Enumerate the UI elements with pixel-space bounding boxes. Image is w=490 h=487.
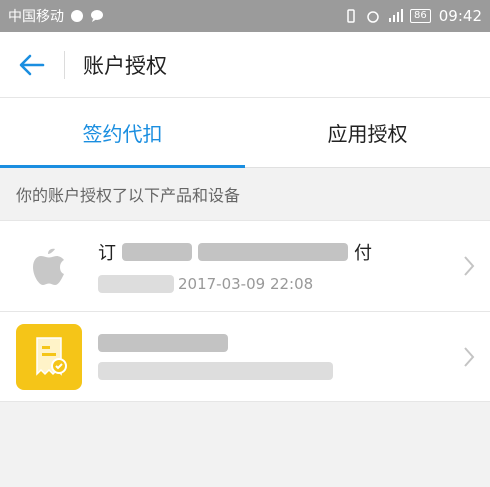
blurred-text <box>122 243 192 261</box>
battery-indicator: 86 <box>410 9 431 23</box>
status-bar: 中国移动 86 09:42 <box>0 0 490 32</box>
item-title: 订 付 <box>98 239 372 265</box>
item-subtitle <box>98 361 333 380</box>
blurred-text <box>98 333 228 352</box>
arrow-left-icon <box>19 54 45 75</box>
back-button[interactable] <box>0 32 64 98</box>
status-right: 86 09:42 <box>344 7 482 25</box>
tab-signed-debit[interactable]: 签约代扣 <box>0 98 245 168</box>
receipt-logo-icon <box>16 323 82 390</box>
alarm-icon <box>366 9 380 23</box>
app-bar: 账户授权 <box>0 32 490 98</box>
chevron-right-icon <box>464 256 475 276</box>
item-title <box>98 333 333 352</box>
blurred-text <box>198 243 348 261</box>
clock: 09:42 <box>438 7 482 25</box>
chevron-right-icon <box>464 346 475 367</box>
list-item[interactable]: 订 付 2017-03-09 22:08 <box>0 221 490 311</box>
tab-app-authorization[interactable]: 应用授权 <box>245 98 490 167</box>
vibrate-icon <box>344 9 358 23</box>
authorization-list: 订 付 2017-03-09 22:08 <box>0 220 490 402</box>
signal-icon <box>388 9 404 23</box>
item-texts: 订 付 2017-03-09 22:08 <box>98 239 372 293</box>
notification-icon <box>70 9 84 23</box>
section-heading: 你的账户授权了以下产品和设备 <box>16 186 241 205</box>
item-subtitle: 2017-03-09 22:08 <box>98 275 372 293</box>
status-left: 中国移动 <box>8 6 104 26</box>
header-divider <box>64 50 65 79</box>
item-title-suffix: 付 <box>354 243 372 264</box>
item-texts <box>98 333 333 380</box>
apple-logo-icon <box>16 233 82 299</box>
item-title-prefix: 订 <box>98 243 116 264</box>
list-item[interactable] <box>0 311 490 401</box>
chat-icon <box>90 9 104 23</box>
page-title: 账户授权 <box>83 53 167 78</box>
tab-bar: 签约代扣 应用授权 <box>0 98 490 168</box>
blurred-text <box>98 361 333 380</box>
blurred-text <box>98 275 174 293</box>
carrier-name: 中国移动 <box>8 9 64 25</box>
item-date: 2017-03-09 22:08 <box>178 275 314 293</box>
